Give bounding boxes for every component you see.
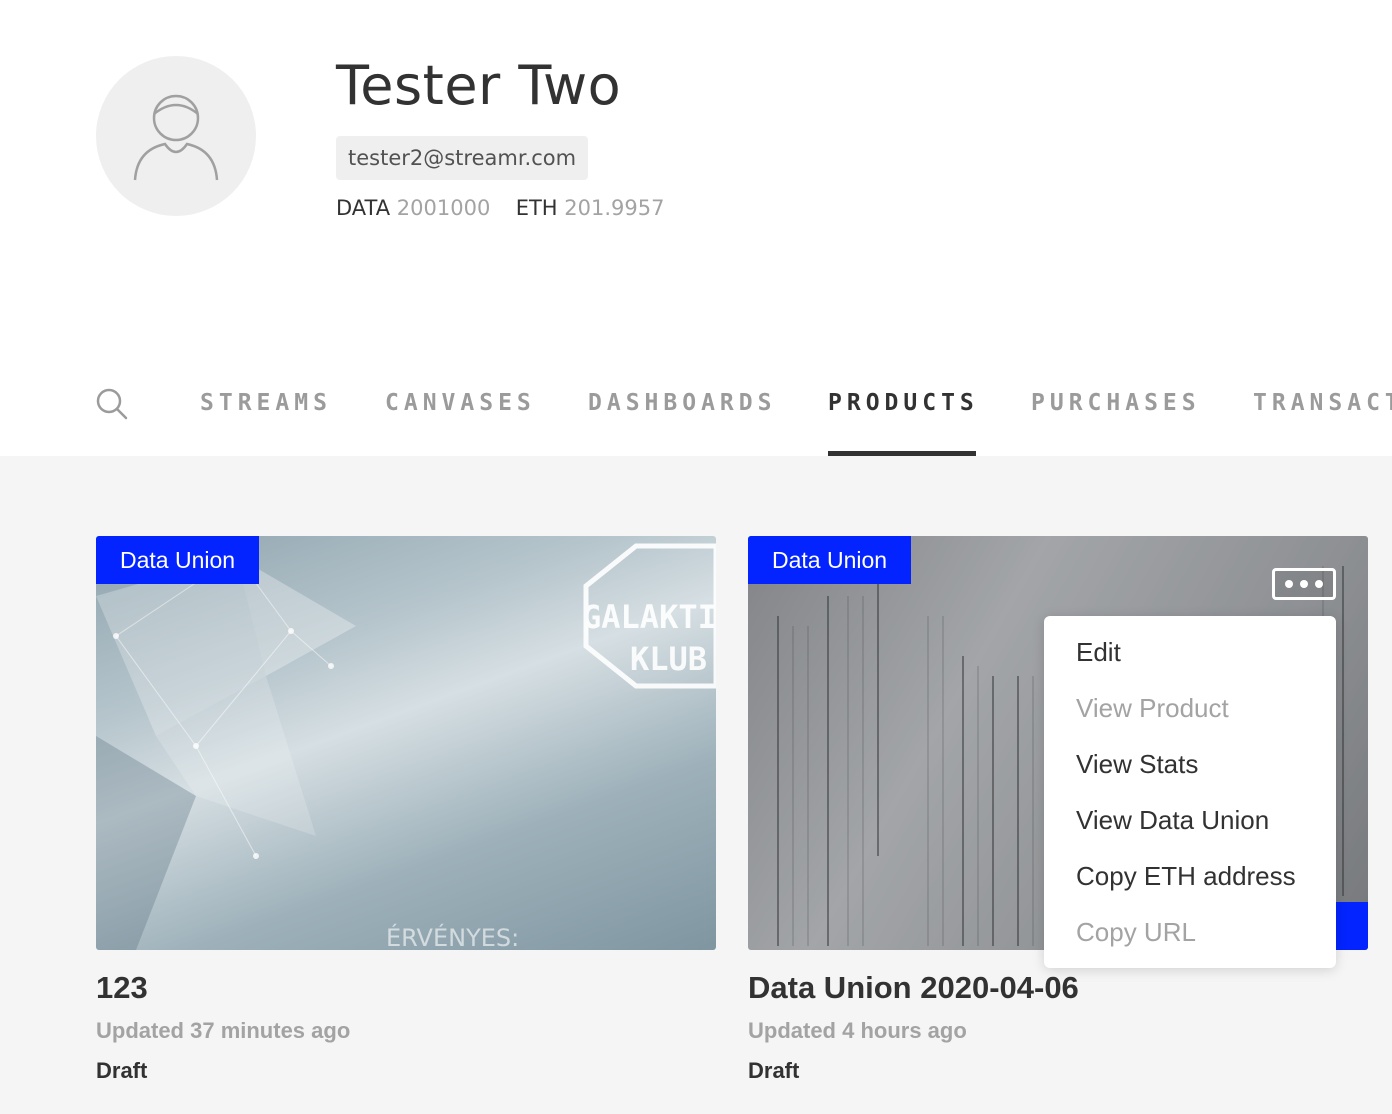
dot-icon (1315, 580, 1323, 588)
user-icon (133, 94, 219, 181)
product-updated: Updated 4 hours ago (748, 1018, 967, 1043)
product-context-menu: Edit View Product View Stats View Data U… (1044, 616, 1336, 968)
menu-item-copy-eth-address[interactable]: Copy ETH address (1044, 848, 1336, 904)
product-status: Draft (96, 1058, 148, 1083)
product-updated: Updated 37 minutes ago (96, 1018, 351, 1043)
eth-balance-value: 201.9957 (564, 196, 665, 220)
menu-item-view-product: View Product (1076, 693, 1229, 723)
tab-purchases[interactable]: PURCHASES (1031, 390, 1201, 416)
tab-canvases[interactable]: CANVASES (385, 390, 536, 416)
product-title[interactable]: Data Union 2020-04-06 (748, 970, 1368, 1006)
product-card[interactable]: GALAKTI KLUB ÉRVÉNYES: Data Union 123 Up… (96, 536, 716, 1084)
product-image[interactable]: GALAKTI KLUB ÉRVÉNYES: Data Union (96, 536, 716, 950)
data-union-badge: Data Union (96, 536, 260, 584)
profile-name: Tester Two (336, 54, 622, 117)
menu-item-edit[interactable]: Edit (1044, 624, 1336, 680)
search-icon[interactable] (96, 388, 128, 420)
balances: DATA 2001000 ETH 201.9957 (336, 194, 664, 222)
tab-dashboards[interactable]: DASHBOARDS (588, 390, 776, 416)
dot-icon (1300, 580, 1308, 588)
data-union-badge: Data Union (748, 536, 912, 584)
data-balance-value: 2001000 (396, 196, 491, 220)
data-balance-label: DATA (336, 196, 391, 220)
menu-item-view-data-union[interactable]: View Data Union (1044, 792, 1336, 848)
network-pattern-image: GALAKTI KLUB ÉRVÉNYES: (96, 543, 716, 950)
tab-transactions[interactable]: TRANSACT (1253, 390, 1392, 416)
product-status: Draft (748, 1058, 800, 1083)
avatar (96, 56, 256, 216)
more-options-button[interactable] (1272, 568, 1336, 600)
menu-item-view-stats[interactable]: View Stats (1044, 736, 1336, 792)
logo-text-1: GALAKTI (582, 598, 716, 636)
menu-item-copy-url: Copy URL (1076, 917, 1196, 947)
eth-balance-label: ETH (515, 196, 558, 220)
profile-header: Tester Two tester2@streamr.com DATA 2001… (0, 0, 1392, 456)
tab-bar: STREAMS CANVASES DASHBOARDS PRODUCTS PUR… (0, 370, 1392, 456)
tab-streams[interactable]: STREAMS (200, 390, 332, 416)
profile-email: tester2@streamr.com (336, 136, 589, 180)
image-caption: ÉRVÉNYES: (386, 923, 519, 950)
dot-icon (1285, 580, 1293, 588)
product-title[interactable]: 123 (96, 970, 716, 1006)
tab-products[interactable]: PRODUCTS (828, 390, 979, 416)
logo-text-2: KLUB (630, 640, 707, 678)
